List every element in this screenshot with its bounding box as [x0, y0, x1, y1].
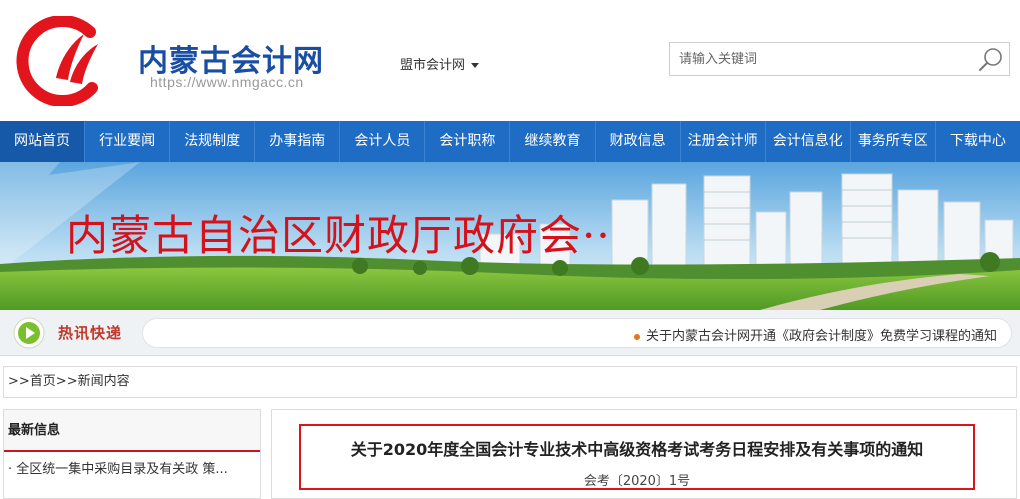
nav-item[interactable]: 办事指南	[255, 121, 341, 162]
search-input[interactable]	[671, 44, 971, 74]
main-nav: 网站首页 行业要闻 法规制度 办事指南 会计人员 会计职称 继续教育 财政信息 注册会计师 会计信…	[0, 121, 1020, 162]
article-panel: 关于2020年度全国会计专业技术中高级资格考试考务日程安排及有关事项的通知 会考…	[271, 409, 1017, 499]
nav-item[interactable]: 注册会计师	[681, 121, 766, 162]
nav-item[interactable]: 会计信息化	[766, 121, 851, 162]
ticker-label: 热讯快递	[58, 324, 123, 342]
banner: 内蒙古自治区财政厅政府会··	[0, 162, 1020, 310]
chevron-down-icon	[471, 63, 480, 68]
nav-item[interactable]: 财政信息	[596, 121, 681, 162]
site-header: 内蒙古会计网 https://www.nmgacc.cn 盟市会计网	[0, 0, 1020, 120]
ticker-news-link[interactable]: 关于内蒙古会计网开通《政府会计制度》免费学习课程的通知	[633, 325, 997, 344]
nav-item[interactable]: 会计职称	[425, 121, 511, 162]
sidebar-heading: 最新信息	[4, 410, 260, 452]
article-header-box: 关于2020年度全国会计专业技术中高级资格考试考务日程安排及有关事项的通知 会考…	[299, 424, 975, 490]
breadcrumb: >>首页>>新闻内容	[3, 366, 1017, 398]
article-title: 关于2020年度全国会计专业技术中高级资格考试考务日程安排及有关事项的通知	[350, 440, 924, 459]
sidebar-news-item[interactable]: · 全区统一集中采购目录及有关政 策...	[4, 452, 260, 488]
nav-item[interactable]: 继续教育	[510, 121, 596, 162]
breadcrumb-home-link[interactable]: >>首页	[8, 374, 56, 389]
nav-item[interactable]: 网站首页	[0, 121, 86, 162]
search-box	[669, 42, 1010, 76]
breadcrumb-current: >>新闻内容	[55, 374, 130, 389]
region-select-dropdown[interactable]: 盟市会计网	[400, 54, 480, 73]
ticker-bar: 关于内蒙古会计网开通《政府会计制度》免费学习课程的通知	[142, 318, 1012, 348]
site-logo-icon[interactable]	[12, 16, 108, 106]
nav-item[interactable]: 会计人员	[340, 121, 426, 162]
nav-item[interactable]: 事务所专区	[851, 121, 936, 162]
site-url: https://www.nmgacc.cn	[150, 74, 304, 90]
latest-info-sidebar: 最新信息 · 全区统一集中采购目录及有关政 策...	[3, 409, 261, 499]
nav-item[interactable]: 下载中心	[936, 121, 1020, 162]
search-icon[interactable]	[977, 46, 1005, 74]
region-select-label: 盟市会计网	[400, 58, 466, 73]
ticker-news-text: 关于内蒙古会计网开通《政府会计制度》免费学习课程的通知	[645, 329, 997, 344]
nav-item[interactable]: 法规制度	[170, 121, 256, 162]
play-arrow-icon	[13, 317, 45, 349]
hot-news-ticker: 热讯快递 关于内蒙古会计网开通《政府会计制度》免费学习课程的通知	[0, 310, 1020, 356]
nav-item[interactable]: 行业要闻	[85, 121, 171, 162]
article-doc-number: 会考〔2020〕1号	[583, 474, 691, 489]
banner-title: 内蒙古自治区财政厅政府会··	[66, 211, 611, 260]
bullet-icon	[633, 333, 640, 340]
